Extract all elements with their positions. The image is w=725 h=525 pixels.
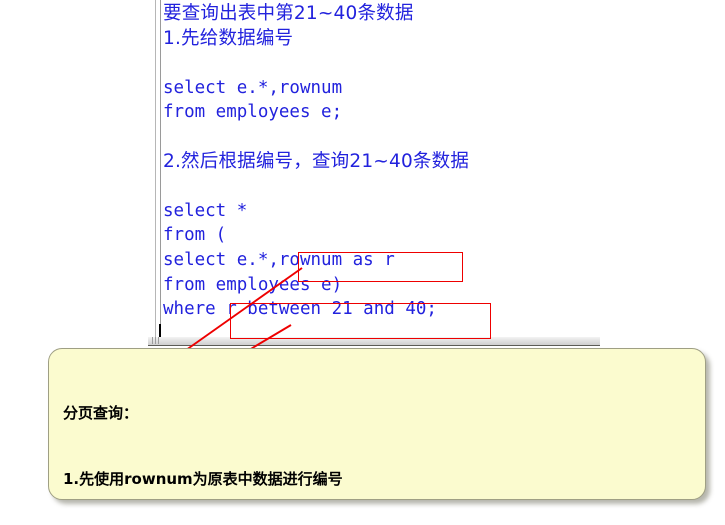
editor-left-rule-inner [160,0,161,340]
editor-code-line: from ( [163,225,227,246]
scrollbar-grip-line [155,337,156,344]
note-line-1: 1.先使用rownum为原表中数据进行编号 [63,470,343,488]
code-editor-pane[interactable]: 要查询出表中第21~40条数据 1.先给数据编号 select e.*,rownu… [155,0,601,345]
scrollbar-grip-line [158,337,159,344]
editor-left-rule-outer [155,0,156,340]
explanation-note-box: 分页查询： 1.先使用rownum为原表中数据进行编号 2.将查询的数据当做新表… [48,348,706,500]
editor-comment-line: 要查询出表中第21~40条数据 [163,3,414,24]
editor-comment-line: 2.然后根据编号，查询21~40条数据 [163,150,470,172]
editor-code-line: select * [163,200,248,221]
scrollbar-grip-line [152,337,153,344]
explanation-note-text: 分页查询： 1.先使用rownum为原表中数据进行编号 2.将查询的数据当做新表… [63,358,703,499]
note-title: 分页查询： [63,404,139,422]
where-clause-highlight-box [230,303,491,339]
editor-comment-line: 1.先给数据编号 [163,27,294,49]
editor-code-line: select e.*,rownum [163,77,343,98]
editor-code-line: from employees e; [163,102,343,123]
rownum-alias-highlight-box [298,252,463,282]
